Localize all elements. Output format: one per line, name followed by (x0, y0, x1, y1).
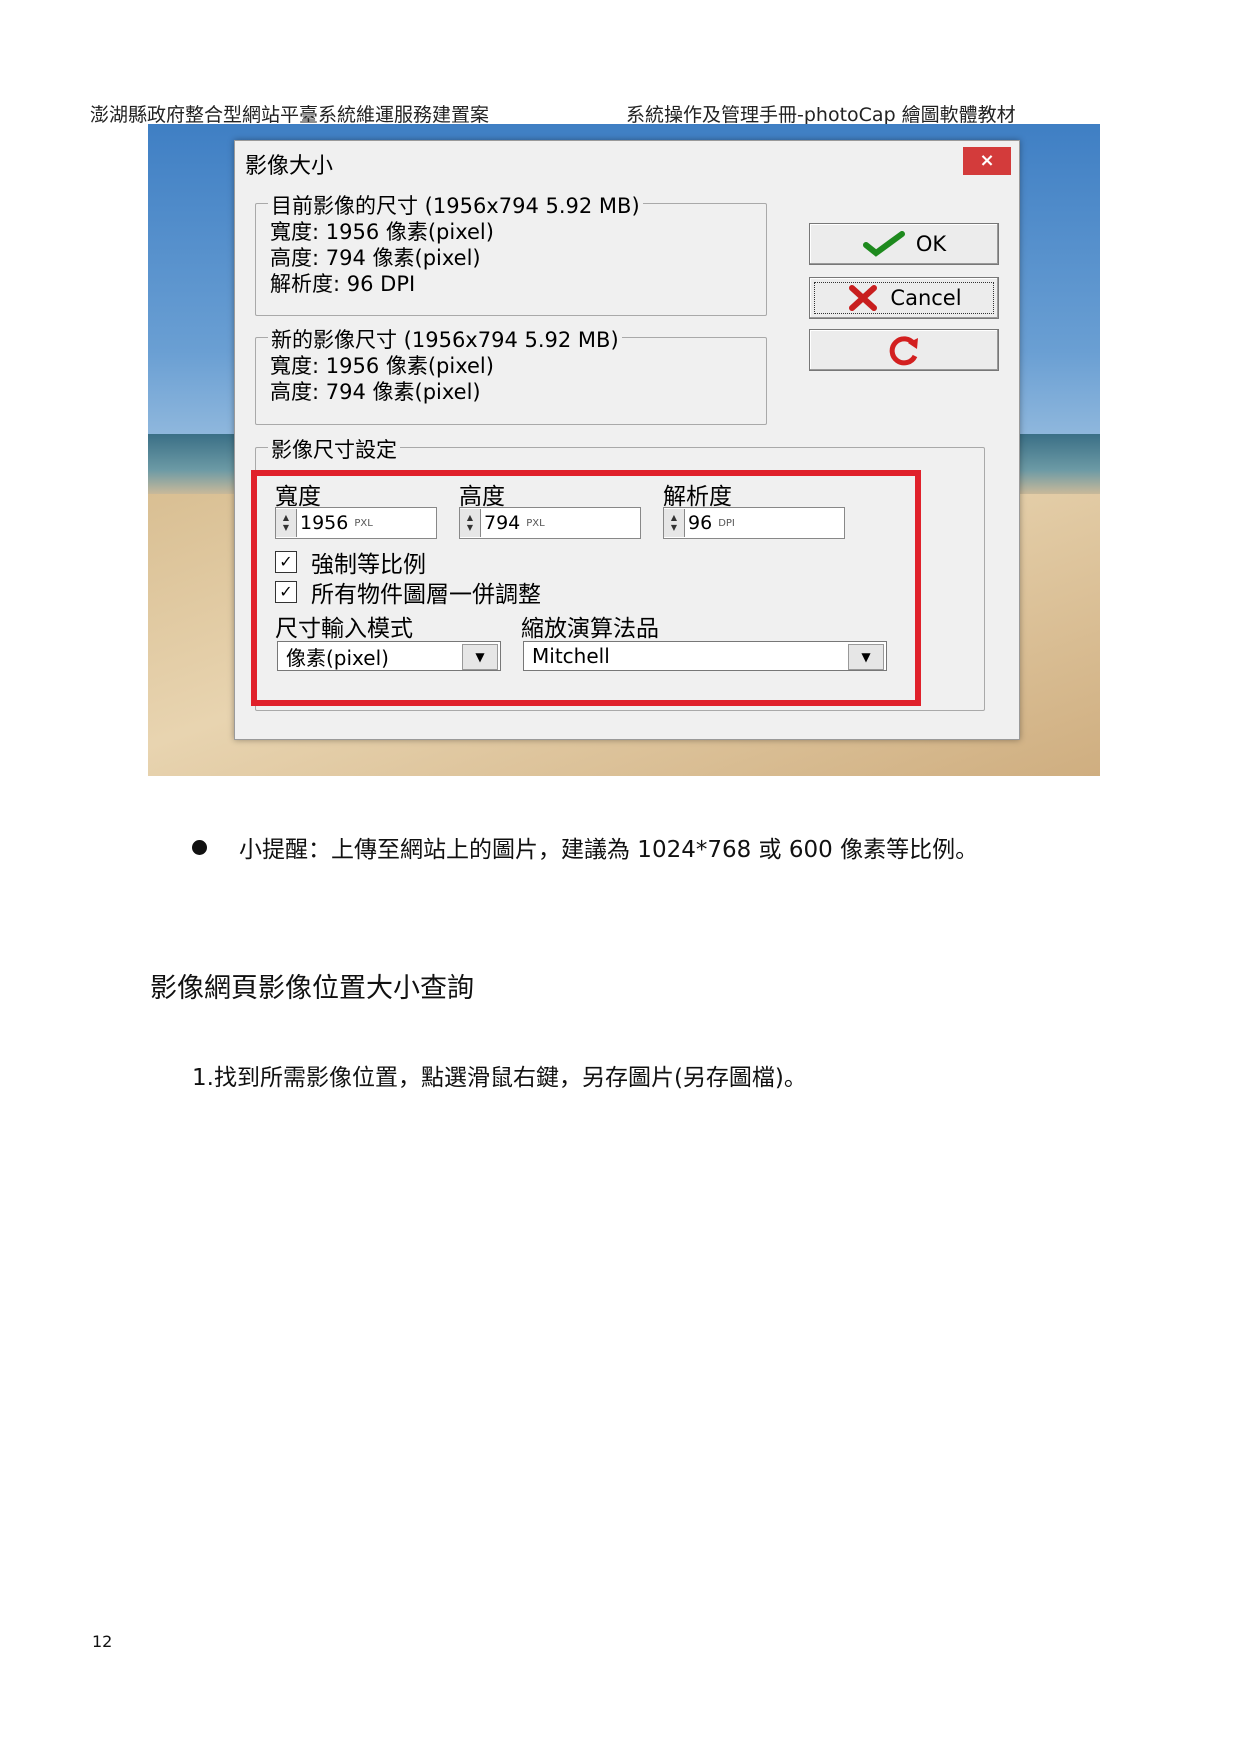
width-unit: PXL (354, 517, 373, 529)
cancel-label: Cancel (890, 286, 962, 310)
adjust-layers-checkbox[interactable]: ✓ 所有物件圖層一併調整 (275, 575, 541, 609)
refresh-icon (889, 336, 918, 366)
checkmark-icon[interactable]: ✓ (275, 551, 297, 573)
resolution-spinner[interactable]: ▲ ▼ 96 DPI (663, 507, 845, 539)
width-label: 寬度 (275, 484, 321, 510)
check-icon (862, 231, 905, 257)
tip-bullet: 小提醒：上傳至網站上的圖片，建議為 1024*768 或 600 像素等比例。 (192, 830, 978, 864)
height-label: 高度 (459, 484, 505, 510)
spinner-arrows-icon[interactable]: ▲ ▼ (664, 509, 685, 537)
height-value: 794 (484, 512, 521, 534)
ok-button[interactable]: OK (809, 223, 999, 265)
keep-ratio-checkbox[interactable]: ✓ 強制等比例 (275, 545, 426, 579)
algorithm-select[interactable]: Mitchell ▼ (523, 641, 887, 671)
cancel-button[interactable]: Cancel (809, 277, 999, 319)
ok-label: OK (915, 232, 947, 256)
size-settings-legend: 影像尺寸設定 (268, 434, 400, 464)
algorithm-label: 縮放演算法品 (521, 616, 659, 642)
image-size-dialog: 影像大小 × 目前影像的尺寸 (1956x794 5.92 MB) 寬度: 19… (234, 140, 1020, 740)
height-unit: PXL (526, 517, 545, 529)
chevron-down-icon[interactable]: ▼ (848, 644, 884, 670)
spinner-arrows-icon[interactable]: ▲ ▼ (460, 509, 481, 537)
new-height: 高度: 794 像素(pixel) (270, 380, 481, 404)
section-title: 影像網頁影像位置大小查詢 (150, 973, 474, 1004)
new-size-group: 新的影像尺寸 (1956x794 5.92 MB) 寬度: 1956 像素(pi… (255, 324, 767, 425)
resolution-label: 解析度 (663, 484, 732, 510)
resolution-value: 96 (688, 512, 713, 534)
adjust-layers-label: 所有物件圖層一併調整 (311, 582, 541, 608)
input-mode-value: 像素(pixel) (286, 645, 389, 670)
keep-ratio-label: 強制等比例 (311, 552, 426, 578)
header-right-title: 系統操作及管理手冊-photoCap 繪圖軟體教材 (626, 104, 1016, 126)
width-spinner[interactable]: ▲ ▼ 1956 PXL (275, 507, 437, 539)
spinner-arrows-icon[interactable]: ▲ ▼ (276, 509, 297, 537)
tip-text: 小提醒：上傳至網站上的圖片，建議為 1024*768 或 600 像素等比例。 (239, 837, 979, 863)
dialog-titlebar: 影像大小 × (235, 141, 1019, 181)
input-mode-label: 尺寸輸入模式 (275, 616, 413, 642)
current-resolution: 解析度: 96 DPI (270, 272, 416, 296)
resolution-unit: DPI (718, 517, 735, 529)
step-1-text: 1.找到所需影像位置，點選滑鼠右鍵，另存圖片(另存圖檔)。 (192, 1065, 807, 1091)
close-button[interactable]: × (963, 147, 1011, 175)
input-mode-select[interactable]: 像素(pixel) ▼ (277, 641, 501, 671)
checkmark-icon[interactable]: ✓ (275, 581, 297, 603)
page-number: 12 (92, 1632, 113, 1651)
dialog-title: 影像大小 (245, 154, 334, 179)
reset-button[interactable] (809, 329, 999, 371)
width-value: 1956 (300, 512, 349, 534)
algorithm-value: Mitchell (532, 644, 610, 668)
height-spinner[interactable]: ▲ ▼ 794 PXL (459, 507, 641, 539)
chevron-down-icon[interactable]: ▼ (462, 644, 498, 670)
bullet-icon (192, 839, 207, 855)
current-size-group: 目前影像的尺寸 (1956x794 5.92 MB) 寬度: 1956 像素(p… (255, 190, 767, 316)
cross-icon (849, 285, 878, 311)
header-left-title: 澎湖縣政府整合型網站平臺系統維運服務建置案 (90, 104, 490, 126)
